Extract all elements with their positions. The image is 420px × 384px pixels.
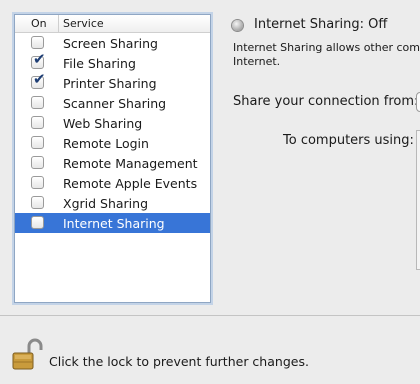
column-header-service[interactable]: Service — [63, 17, 104, 30]
service-label: Web Sharing — [63, 116, 143, 131]
service-row[interactable]: Scanner Sharing — [15, 93, 210, 113]
service-label: Printer Sharing — [63, 76, 157, 91]
service-row[interactable]: Remote Login — [15, 133, 210, 153]
service-checkbox[interactable]: ✔ — [31, 52, 46, 69]
service-checkbox[interactable] — [31, 136, 44, 149]
checkmark-icon: ✔ — [33, 50, 46, 68]
description-line-1: Internet Sharing allows other comp — [233, 41, 420, 54]
checkmark-icon: ✔ — [33, 70, 46, 88]
service-checkbox[interactable] — [31, 156, 44, 169]
unlocked-padlock-icon — [12, 338, 43, 370]
ports-list[interactable] — [416, 130, 420, 270]
service-label: File Sharing — [63, 56, 136, 71]
sharing-status: Internet Sharing: Off — [254, 17, 388, 32]
service-description: Internet Sharing allows other comp Inter… — [233, 41, 420, 71]
service-row[interactable]: Remote Management — [15, 153, 210, 173]
service-rows: Screen Sharing ✔ File Sharing ✔ Printer Shar… — [15, 33, 210, 233]
service-checkbox[interactable] — [31, 36, 44, 49]
service-row[interactable]: Xgrid Sharing — [15, 193, 210, 213]
service-label: Internet Sharing — [63, 216, 165, 231]
service-label: Remote Login — [63, 136, 149, 151]
service-label: Xgrid Sharing — [63, 196, 149, 211]
service-label: Remote Apple Events — [63, 176, 198, 191]
service-row[interactable]: ✔ Printer Sharing — [15, 72, 210, 93]
service-label: Scanner Sharing — [63, 96, 167, 111]
service-checkbox[interactable] — [31, 176, 44, 189]
lock-instructions: Click the lock to prevent further change… — [49, 354, 309, 369]
to-computers-label: To computers using: — [283, 133, 414, 148]
services-list[interactable]: On Service Screen Sharing ✔ File Sharing ✔ P… — [14, 14, 211, 303]
list-header: On Service — [15, 15, 210, 33]
lock-button[interactable] — [10, 338, 44, 372]
service-row[interactable]: Remote Apple Events — [15, 173, 210, 193]
status-light-icon — [232, 20, 243, 31]
description-line-2: Internet. — [233, 55, 281, 68]
service-checkbox[interactable]: ✔ — [31, 72, 46, 89]
column-divider — [58, 15, 59, 32]
service-label: Remote Management — [63, 156, 198, 171]
service-checkbox[interactable] — [31, 96, 44, 109]
service-row[interactable]: Web Sharing — [15, 113, 210, 133]
footer-divider — [0, 315, 420, 316]
service-row[interactable]: Internet Sharing — [15, 213, 210, 233]
column-header-on[interactable]: On — [31, 17, 47, 30]
service-checkbox[interactable] — [31, 196, 44, 209]
service-label: Screen Sharing — [63, 36, 158, 51]
service-checkbox[interactable] — [31, 216, 44, 229]
share-from-popup[interactable] — [416, 92, 420, 112]
share-from-label: Share your connection from: — [233, 94, 419, 109]
service-checkbox[interactable] — [31, 116, 44, 129]
